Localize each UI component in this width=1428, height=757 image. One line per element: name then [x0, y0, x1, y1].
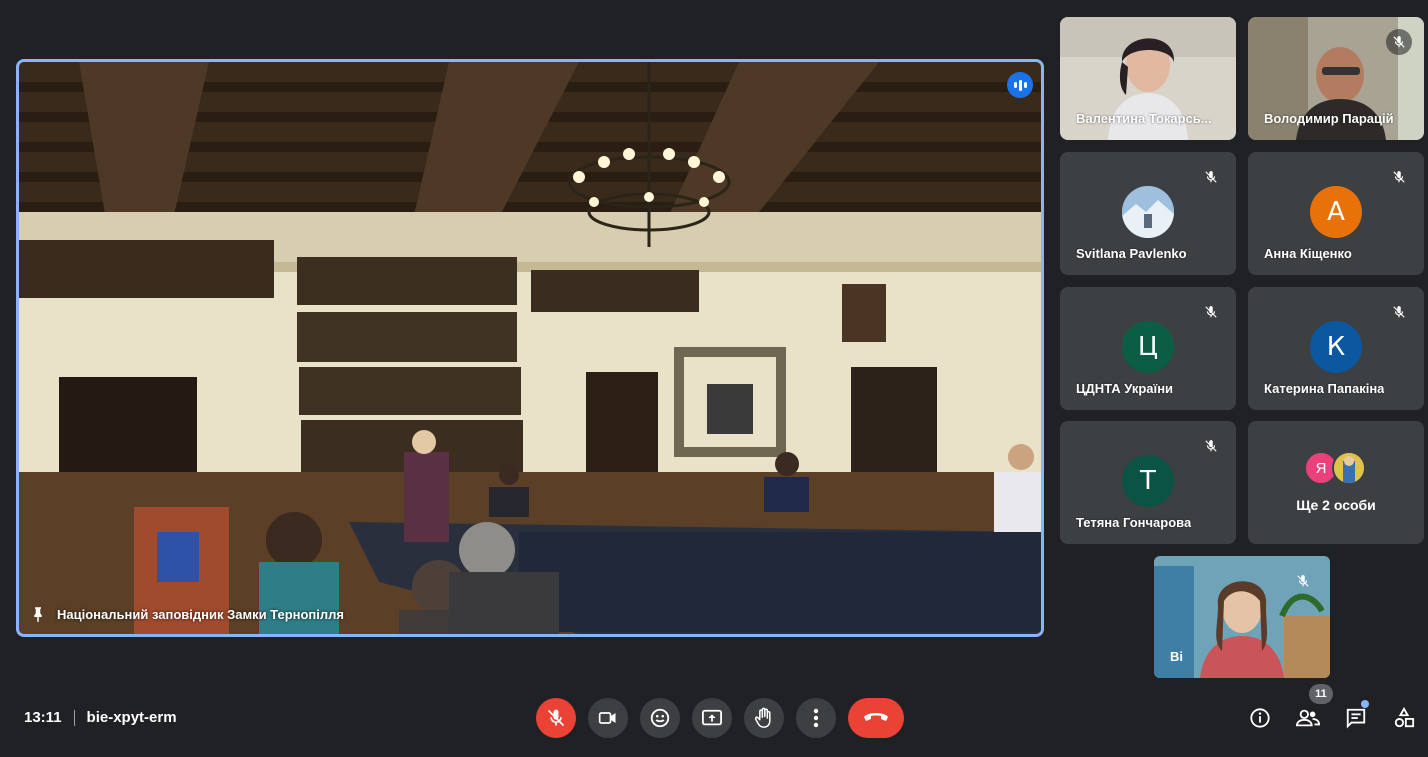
more-participants-tile[interactable]: Я Ще 2 особи [1248, 421, 1424, 544]
divider [73, 709, 75, 726]
participant-tile[interactable]: Т Тетяна Гончарова [1060, 421, 1236, 544]
camera-icon [598, 712, 616, 724]
mic-off-icon [1386, 164, 1412, 190]
participant-tile[interactable]: К Катерина Папакіна [1248, 287, 1424, 410]
camera-toggle-button[interactable] [588, 698, 628, 738]
activities-button[interactable] [1390, 704, 1418, 732]
chat-notification-dot [1361, 700, 1369, 708]
reactions-button[interactable] [640, 698, 680, 738]
participant-name: Анна Кіщенко [1264, 246, 1352, 261]
mic-toggle-button[interactable] [536, 698, 576, 738]
mic-off-icon [547, 709, 565, 727]
participant-name: Тетяна Гончарова [1076, 515, 1192, 530]
bottom-control-bar: 13:11 bie-xpyt-erm [0, 690, 1428, 746]
chat-icon [1346, 708, 1366, 729]
main-video-frame [19, 62, 1041, 634]
meeting-info-button[interactable] [1246, 704, 1274, 732]
people-button[interactable] [1294, 704, 1322, 732]
leave-call-button[interactable] [848, 698, 904, 738]
present-screen-button[interactable] [692, 698, 732, 738]
participant-count-badge: 11 [1309, 684, 1333, 704]
participant-tile[interactable]: Ц ЦДНТА України [1060, 287, 1236, 410]
stacked-avatars: Я [1304, 451, 1374, 487]
raise-hand-button[interactable] [744, 698, 784, 738]
meeting-details: 13:11 bie-xpyt-erm [24, 709, 177, 726]
pinned-participant-label: Національний заповідник Замки Тернопілля [29, 604, 344, 624]
participant-name: ЦДНТА України [1076, 381, 1174, 396]
emoji-icon [650, 708, 670, 728]
mic-off-icon [1386, 299, 1412, 325]
people-icon [1296, 709, 1320, 727]
clock: 13:11 [24, 709, 62, 726]
avatar: А [1310, 186, 1362, 238]
more-participants-label: Ще 2 особи [1296, 497, 1376, 513]
participant-tile[interactable]: Валентина Токарсь... [1060, 17, 1236, 140]
mic-off-icon [1386, 29, 1412, 55]
mic-off-icon [1198, 299, 1224, 325]
pinned-participant-name: Національний заповідник Замки Тернопілля [57, 606, 344, 622]
more-options-icon [813, 708, 819, 728]
avatar: К [1310, 321, 1362, 373]
participant-tile[interactable]: Svitlana Pavlenko [1060, 152, 1236, 275]
more-options-button[interactable] [796, 698, 836, 738]
avatar: Ц [1122, 321, 1174, 373]
participant-name: Катерина Папакіна [1264, 381, 1385, 396]
participant-tile[interactable]: А Анна Кіщенко [1248, 152, 1424, 275]
hangup-icon [864, 713, 888, 721]
present-screen-icon [702, 709, 722, 726]
raise-hand-icon [754, 707, 771, 728]
chat-button[interactable] [1342, 704, 1370, 732]
pin-icon[interactable] [29, 604, 47, 624]
main-video-tile[interactable]: Національний заповідник Замки Тернопілля [16, 59, 1044, 637]
participant-tile[interactable]: Володимир Парацій [1248, 17, 1424, 140]
mic-off-icon [1198, 164, 1224, 190]
activities-icon [1394, 707, 1415, 728]
mic-off-icon [1290, 568, 1316, 594]
speaking-indicator-icon [1007, 72, 1033, 98]
self-name: Ві [1170, 649, 1183, 664]
participant-name: Svitlana Pavlenko [1076, 246, 1187, 261]
mic-off-icon [1198, 433, 1224, 459]
avatar [1122, 186, 1174, 238]
participant-name: Валентина Токарсь... [1076, 111, 1212, 126]
avatar [1332, 451, 1366, 485]
participant-name: Володимир Парацій [1264, 111, 1394, 126]
avatar: Т [1122, 455, 1174, 507]
self-view-tile[interactable]: Ві [1154, 556, 1330, 678]
meeting-code[interactable]: bie-xpyt-erm [87, 709, 177, 726]
info-icon [1250, 708, 1270, 728]
